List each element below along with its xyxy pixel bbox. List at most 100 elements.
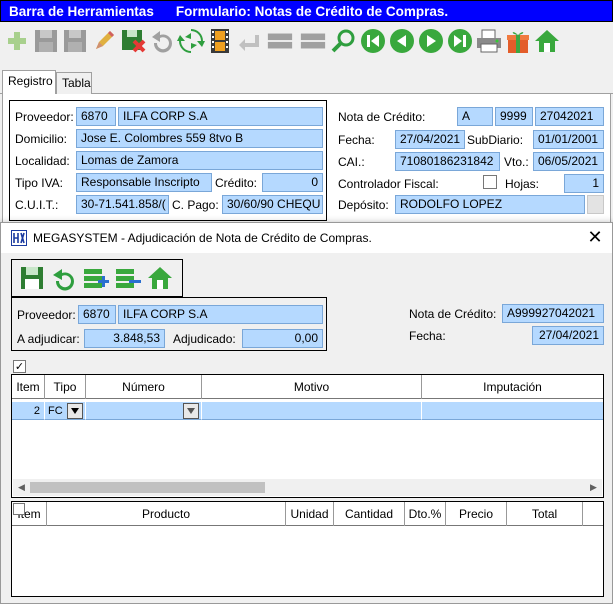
fecha-field[interactable]: 27/04/2021 xyxy=(395,130,465,149)
scroll-left-icon[interactable]: ◀ xyxy=(13,479,30,496)
dialog-save-button[interactable] xyxy=(16,262,48,294)
add-button[interactable] xyxy=(2,25,31,57)
deposito-field[interactable]: RODOLFO LOPEZ xyxy=(395,195,585,214)
col-tipo[interactable]: Tipo xyxy=(45,375,86,399)
undo-button[interactable] xyxy=(147,25,176,57)
dialog-add-row-button[interactable] xyxy=(80,262,112,294)
col-producto[interactable]: Producto xyxy=(47,502,286,526)
row-item-cell[interactable]: 2 xyxy=(12,402,45,420)
proveedor-code-field[interactable]: 6870 xyxy=(76,107,116,126)
edit-button[interactable] xyxy=(89,25,118,57)
chevron-down-icon xyxy=(187,407,195,414)
col-imputacion[interactable]: Imputación xyxy=(422,375,603,399)
nota-letra-field[interactable]: A xyxy=(457,107,493,126)
nota-pv-field[interactable]: 9999 xyxy=(495,107,533,126)
row-tipo-cell[interactable]: FC xyxy=(45,402,86,420)
dialog-fecha-field[interactable]: 27/04/2021 xyxy=(532,326,604,345)
dialog-proveedor-code-field[interactable]: 6870 xyxy=(78,305,116,324)
disabled-tool-2[interactable] xyxy=(296,25,329,57)
col-item[interactable]: Item xyxy=(12,502,47,526)
tab-registro[interactable]: Registro xyxy=(2,70,56,95)
print-button[interactable] xyxy=(474,25,503,57)
scroll-thumb[interactable] xyxy=(30,482,265,493)
hojas-label: Hojas: xyxy=(505,177,540,191)
credito-field[interactable]: 0 xyxy=(262,173,323,192)
next-icon xyxy=(418,29,443,53)
col-dto[interactable]: Dto.% xyxy=(405,502,446,526)
delete-button[interactable] xyxy=(118,25,147,57)
cuit-label: C.U.I.T.: xyxy=(15,198,59,212)
imputacion-horizontal-scrollbar[interactable]: ◀ ▶ xyxy=(13,479,602,496)
dialog-remove-row-button[interactable] xyxy=(112,262,144,294)
proveedor-name-field[interactable]: ILFA CORP S.A xyxy=(118,107,323,126)
localidad-label: Localidad: xyxy=(15,154,70,168)
controlador-fiscal-checkbox[interactable] xyxy=(483,175,497,189)
dialog-nota-credito-label: Nota de Crédito: xyxy=(409,307,497,321)
first-button[interactable] xyxy=(358,25,387,57)
tab-tabla[interactable]: Tabla xyxy=(56,72,92,94)
dialog-home-button[interactable] xyxy=(144,262,176,294)
refresh-button[interactable] xyxy=(176,25,205,57)
nota-numero-field[interactable]: 27042021 xyxy=(535,107,604,126)
search-button[interactable] xyxy=(329,25,358,57)
subdiario-field[interactable]: 01/01/2001 xyxy=(533,130,604,149)
tipo-dropdown-button[interactable] xyxy=(67,402,83,419)
last-icon xyxy=(447,29,472,53)
next-button[interactable] xyxy=(416,25,445,57)
deposito-label: Depósito: xyxy=(338,198,389,212)
return-button[interactable] xyxy=(234,25,263,57)
row-imputacion-cell[interactable] xyxy=(422,402,603,420)
dialog-undo-button[interactable] xyxy=(48,262,80,294)
productos-select-checkbox[interactable] xyxy=(13,503,25,515)
hojas-field[interactable]: 1 xyxy=(564,174,604,193)
save-as-button[interactable] xyxy=(60,25,89,57)
row-tipo-value: FC xyxy=(48,404,63,417)
scroll-right-icon[interactable]: ▶ xyxy=(585,479,602,496)
a-adjudicar-field[interactable]: 3.848,53 xyxy=(84,329,165,348)
subdiario-label: SubDiario: xyxy=(467,133,524,147)
disabled-tool-1[interactable] xyxy=(263,25,296,57)
adjudicado-label: Adjudicado: xyxy=(173,332,236,346)
list-icon-disabled xyxy=(267,33,292,49)
dialog-proveedor-name-field[interactable]: ILFA CORP S.A xyxy=(118,305,323,324)
chevron-down-icon xyxy=(71,407,79,414)
cuit-field[interactable]: 30-71.541.858/( xyxy=(76,195,169,214)
film-button[interactable] xyxy=(205,25,234,57)
megasystem-app-icon xyxy=(11,230,27,246)
save-button[interactable] xyxy=(31,25,60,57)
tipo-iva-label: Tipo IVA: xyxy=(15,176,64,190)
col-numero[interactable]: Número xyxy=(86,375,202,399)
col-item[interactable]: Item xyxy=(12,375,45,399)
col-unidad[interactable]: Unidad xyxy=(286,502,334,526)
film-icon xyxy=(210,29,229,53)
row-motivo-cell[interactable] xyxy=(202,402,422,420)
home-button[interactable] xyxy=(532,25,561,57)
tab-strip: Registro Tabla xyxy=(0,70,613,95)
form-title: Formulario: Notas de Crédito de Compras. xyxy=(175,3,449,19)
gift-button[interactable] xyxy=(503,25,532,57)
tipo-iva-field[interactable]: Responsable Inscripto xyxy=(76,173,212,192)
col-motivo[interactable]: Motivo xyxy=(202,375,422,399)
deposito-button[interactable] xyxy=(587,195,604,214)
row-numero-cell[interactable] xyxy=(86,402,202,420)
adjudicado-field[interactable]: 0,00 xyxy=(242,329,323,348)
main-toolbar xyxy=(0,22,613,60)
col-cantidad[interactable]: Cantidad xyxy=(334,502,405,526)
localidad-field[interactable]: Lomas de Zamora xyxy=(76,151,323,170)
numero-dropdown-button[interactable] xyxy=(183,402,199,419)
imputacion-grid: Item Tipo Número Motivo Imputación 2 FC … xyxy=(11,374,604,498)
cpago-field[interactable]: 30/60/90 CHEQU xyxy=(222,195,323,214)
vto-field[interactable]: 06/05/2021 xyxy=(533,152,604,171)
controlador-fiscal-label: Controlador Fiscal: xyxy=(338,177,439,191)
dialog-toolbar xyxy=(11,259,183,297)
last-button[interactable] xyxy=(445,25,474,57)
previous-button[interactable] xyxy=(387,25,416,57)
table-row[interactable]: 2 FC xyxy=(12,402,603,420)
col-precio[interactable]: Precio xyxy=(446,502,507,526)
select-all-checkbox[interactable]: ✓ xyxy=(13,360,26,373)
dialog-nota-credito-field[interactable]: A999927042021 xyxy=(502,304,604,323)
cai-field[interactable]: 71080186231842 xyxy=(395,152,500,171)
domicilio-field[interactable]: Jose E. Colombres 559 8tvo B xyxy=(76,129,323,148)
close-icon[interactable]: ✕ xyxy=(586,228,604,246)
col-total[interactable]: Total xyxy=(507,502,583,526)
